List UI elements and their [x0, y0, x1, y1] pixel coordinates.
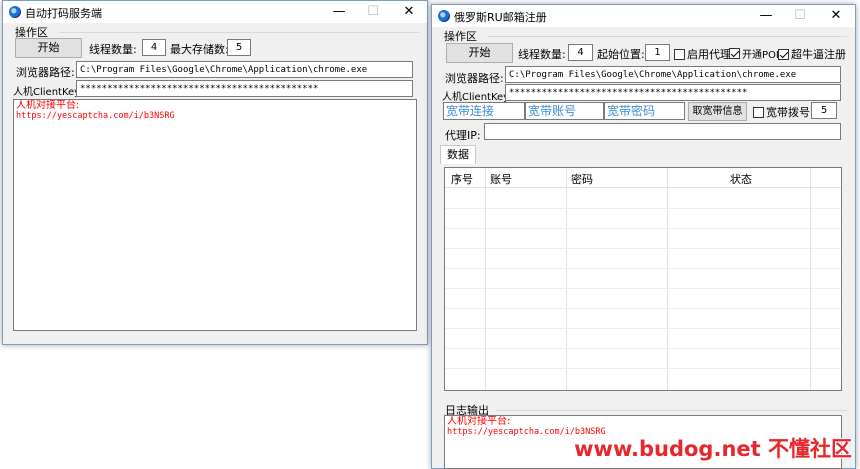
minimize-button[interactable]: —: [748, 5, 784, 27]
superbull-checkbox[interactable]: 超牛逼注册: [778, 46, 846, 62]
checkbox-box[interactable]: [778, 48, 789, 60]
close-button[interactable]: ✕: [391, 1, 427, 23]
data-table[interactable]: 序号 账号 密码 状态: [444, 167, 842, 391]
broadband-account-input[interactable]: 宽带账号: [525, 102, 604, 120]
right-window: 俄罗斯RU邮箱注册 — ☐ ✕ 操作区 开始 线程数量: 4 起始位置: 1 启…: [431, 4, 856, 469]
column-header-account[interactable]: 账号: [490, 171, 512, 187]
row-divider: [445, 208, 841, 209]
broadband-password-input[interactable]: 宽带密码: [604, 102, 685, 120]
log-line: 人机对接平台:: [447, 416, 511, 427]
dialup-checkbox[interactable]: 宽带拨号: [753, 104, 810, 120]
checkbox-box[interactable]: [729, 48, 740, 59]
row-divider: [445, 368, 841, 369]
get-broadband-button[interactable]: 取宽带信息: [688, 102, 747, 121]
thread-input[interactable]: 4: [142, 39, 166, 56]
browser-path-label: 浏览器路径:: [16, 66, 75, 79]
client-key-label: 人机ClientKey: [442, 92, 510, 103]
row-divider: [445, 288, 841, 289]
proxy-checkbox[interactable]: 启用代理: [674, 46, 731, 62]
pop-checkbox-label: 开通POP: [742, 50, 782, 61]
column-header-index[interactable]: 序号: [451, 171, 473, 187]
browser-path-label: 浏览器路径:: [445, 72, 504, 85]
start-pos-label: 起始位置:: [597, 48, 645, 61]
row-divider: [445, 348, 841, 349]
client-key-label: 人机ClientKey: [13, 87, 81, 98]
dialup-checkbox-label: 宽带拨号: [766, 106, 810, 119]
group-divider: [59, 32, 419, 33]
group-title: 操作区: [444, 30, 477, 43]
max-store-input[interactable]: 5: [227, 39, 251, 56]
row-divider: [445, 228, 841, 229]
proxy-ip-label: 代理IP:: [445, 129, 481, 142]
start-button[interactable]: 开始: [15, 38, 82, 58]
start-button[interactable]: 开始: [446, 43, 513, 63]
log-line: https://yescaptcha.com/i/b3NSRG: [16, 111, 175, 121]
left-titlebar[interactable]: 自动打码服务端 — ☐ ✕: [3, 1, 427, 23]
left-window-title: 自动打码服务端: [25, 7, 102, 20]
column-divider: [810, 168, 811, 390]
maximize-button[interactable]: ☐: [782, 5, 818, 27]
column-header-password[interactable]: 密码: [571, 171, 593, 187]
superbull-checkbox-label: 超牛逼注册: [791, 48, 846, 61]
thread-label: 线程数量:: [518, 48, 566, 61]
pop-checkbox[interactable]: 开通POP: [729, 46, 782, 61]
site-watermark: www.budog.net 不懂社区: [574, 437, 852, 461]
column-divider: [566, 168, 567, 390]
browser-path-input[interactable]: C:\Program Files\Google\Chrome\Applicati…: [505, 66, 841, 83]
group-divider: [496, 410, 847, 411]
minimize-button[interactable]: —: [321, 1, 357, 23]
checkbox-box[interactable]: [674, 48, 685, 60]
start-pos-input[interactable]: 1: [645, 44, 670, 61]
column-header-status[interactable]: 状态: [730, 171, 752, 187]
thread-input[interactable]: 4: [568, 44, 593, 61]
close-button[interactable]: ✕: [818, 5, 854, 27]
max-store-label: 最大存储数:: [170, 43, 229, 56]
proxy-checkbox-label: 启用代理: [687, 48, 731, 61]
row-divider: [445, 308, 841, 309]
proxy-ip-input[interactable]: [484, 123, 841, 140]
row-divider: [445, 268, 841, 269]
app-icon: [438, 10, 450, 22]
left-log-area[interactable]: 人机对接平台: https://yescaptcha.com/i/b3NSRG: [13, 99, 417, 331]
thread-label: 线程数量:: [89, 43, 137, 56]
broadband-connect-input[interactable]: 宽带连接: [443, 102, 525, 120]
client-key-input[interactable]: ****************************************…: [505, 84, 841, 101]
left-window: 自动打码服务端 — ☐ ✕ 操作区 开始 线程数量: 4 最大存储数: 5 浏览…: [2, 0, 428, 345]
checkbox-box[interactable]: [753, 106, 764, 118]
client-key-input[interactable]: ****************************************…: [76, 80, 413, 97]
log-line: 人机对接平台:: [16, 100, 80, 111]
right-window-title: 俄罗斯RU邮箱注册: [454, 11, 547, 24]
right-titlebar[interactable]: 俄罗斯RU邮箱注册 — ☐ ✕: [432, 5, 855, 27]
row-divider: [445, 248, 841, 249]
tab-data[interactable]: 数据: [440, 145, 476, 164]
column-divider: [667, 168, 668, 390]
table-header: 序号 账号 密码 状态: [445, 168, 841, 188]
maximize-button[interactable]: ☐: [355, 1, 391, 23]
browser-path-input[interactable]: C:\Program Files\Google\Chrome\Applicati…: [76, 61, 413, 78]
dialup-count-input[interactable]: 5: [811, 102, 837, 119]
column-divider: [485, 168, 486, 390]
app-icon: [9, 6, 21, 18]
group-divider: [488, 36, 847, 37]
row-divider: [445, 328, 841, 329]
